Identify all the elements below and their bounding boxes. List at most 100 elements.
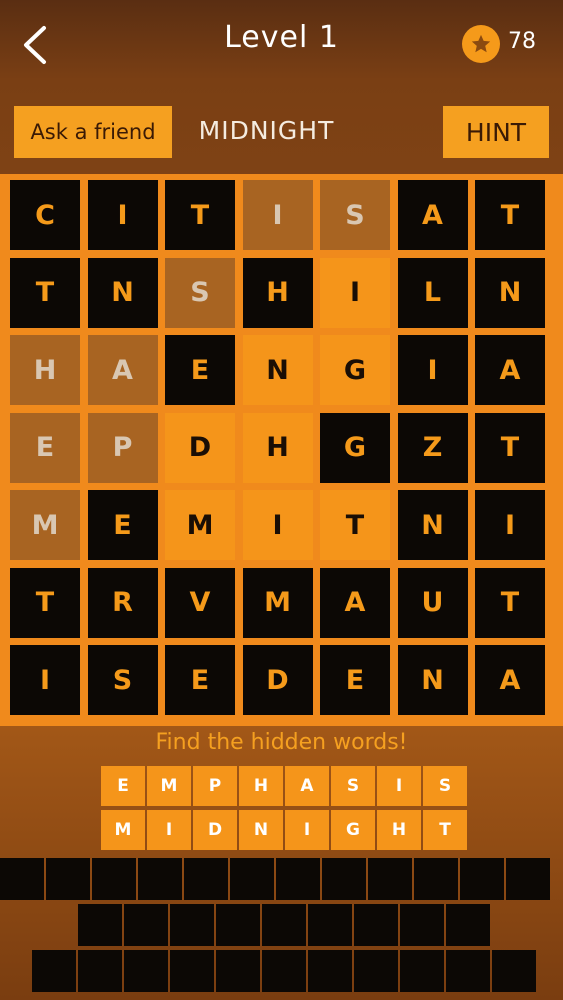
empty-letter-slot (170, 904, 214, 946)
empty-letter-slot (460, 858, 504, 900)
answer-letter-tile: P (193, 766, 237, 806)
grid-cell[interactable]: A (475, 645, 545, 715)
grid-cell[interactable]: N (397, 645, 468, 715)
empty-letter-slot (78, 904, 122, 946)
empty-letter-slot (138, 858, 182, 900)
grid-cell[interactable]: E (165, 335, 235, 405)
grid-cell[interactable]: T (475, 412, 545, 483)
grid-cell[interactable]: E (320, 645, 390, 715)
grid-cell[interactable]: E (87, 490, 158, 560)
grid-cell[interactable]: N (475, 257, 545, 328)
empty-letter-slot (0, 858, 44, 900)
answer-letter-tile: S (331, 766, 375, 806)
grid-cell[interactable]: G (320, 412, 390, 483)
grid-cell[interactable]: C (10, 180, 80, 250)
empty-letter-slot (216, 904, 260, 946)
coin-count: 78 (508, 29, 536, 54)
star-icon (471, 34, 491, 53)
answer-letter-tile: E (101, 766, 145, 806)
empty-letter-slot (308, 950, 352, 992)
answer-letter-tile: H (239, 766, 283, 806)
empty-letter-slot (446, 904, 490, 946)
answer-letter-tile: I (377, 766, 421, 806)
answer-letter-tile: A (285, 766, 329, 806)
grid-cell[interactable]: A (320, 567, 390, 638)
grid-cell[interactable]: A (475, 335, 545, 405)
empty-letter-slot (276, 858, 320, 900)
empty-letter-slot (308, 904, 352, 946)
empty-letter-slot (400, 904, 444, 946)
grid-cell[interactable]: H (242, 257, 313, 328)
empty-letter-slot (446, 950, 490, 992)
grid-cell[interactable]: I (475, 490, 545, 560)
grid-cell[interactable]: Z (397, 412, 468, 483)
grid-cell[interactable]: A (397, 180, 468, 250)
answer-letter-tile: I (147, 810, 191, 850)
empty-letter-slot (262, 904, 306, 946)
grid-cell[interactable]: D (165, 412, 235, 483)
empty-letter-slot (322, 858, 366, 900)
empty-letter-slot (124, 904, 168, 946)
hint-button[interactable]: HINT (443, 106, 549, 158)
empty-letter-slot (170, 950, 214, 992)
empty-letter-slot (492, 950, 536, 992)
empty-letter-slot (354, 950, 398, 992)
empty-letter-slot (124, 950, 168, 992)
grid-cell[interactable]: I (242, 490, 313, 560)
grid-cell[interactable]: I (242, 180, 313, 250)
grid-cell[interactable]: T (320, 490, 390, 560)
word-slots (0, 856, 563, 1000)
empty-letter-slot (230, 858, 274, 900)
answer-letter-tile: M (147, 766, 191, 806)
grid-cell[interactable]: T (165, 180, 235, 250)
grid-cell[interactable]: U (397, 567, 468, 638)
answer-letter-tile: N (239, 810, 283, 850)
grid-cell[interactable]: S (320, 180, 390, 250)
grid-cell[interactable]: E (10, 412, 80, 483)
grid-cell[interactable]: A (87, 335, 158, 405)
grid-cell[interactable]: T (475, 180, 545, 250)
answer-letter-tile: H (377, 810, 421, 850)
letter-grid: CITISATTNSHILNHAENGIAEPDHGZTMEMITNITRVMA… (0, 174, 563, 726)
answer-letter-tile: D (193, 810, 237, 850)
grid-cell[interactable]: T (10, 257, 80, 328)
grid-cell[interactable]: I (87, 180, 158, 250)
empty-letter-slot (184, 858, 228, 900)
grid-cell[interactable]: T (475, 567, 545, 638)
found-word-emphasis: EMPHASIS (101, 766, 467, 806)
answer-letter-tile: G (331, 810, 375, 850)
grid-cell[interactable]: L (397, 257, 468, 328)
empty-letter-slot (78, 950, 122, 992)
grid-cell[interactable]: V (165, 567, 235, 638)
empty-letter-slot (354, 904, 398, 946)
grid-cell[interactable]: M (10, 490, 80, 560)
grid-cell[interactable]: H (242, 412, 313, 483)
answer-letter-tile: M (101, 810, 145, 850)
grid-cell[interactable]: G (320, 335, 390, 405)
grid-cell[interactable]: I (397, 335, 468, 405)
grid-cell[interactable]: I (320, 257, 390, 328)
ask-friend-button[interactable]: Ask a friend (14, 106, 172, 158)
grid-cell[interactable]: S (87, 645, 158, 715)
empty-letter-slot (92, 858, 136, 900)
grid-cell[interactable]: S (165, 257, 235, 328)
grid-cell[interactable]: E (165, 645, 235, 715)
instruction-text: Find the hidden words! (155, 730, 408, 755)
answer-letter-tile: T (423, 810, 467, 850)
grid-cell[interactable]: T (10, 567, 80, 638)
grid-cell[interactable]: D (242, 645, 313, 715)
grid-cell[interactable]: M (165, 490, 235, 560)
grid-cell[interactable]: I (10, 645, 80, 715)
grid-cell[interactable]: N (242, 335, 313, 405)
grid-cell[interactable]: N (87, 257, 158, 328)
empty-letter-slot (46, 858, 90, 900)
grid-cell[interactable]: R (87, 567, 158, 638)
grid-cell[interactable]: N (397, 490, 468, 560)
coin-icon (462, 25, 500, 63)
answer-letter-tile: I (285, 810, 329, 850)
empty-letter-slot (414, 858, 458, 900)
empty-letter-slot (400, 950, 444, 992)
grid-cell[interactable]: P (87, 412, 158, 483)
grid-cell[interactable]: H (10, 335, 80, 405)
grid-cell[interactable]: M (242, 567, 313, 638)
